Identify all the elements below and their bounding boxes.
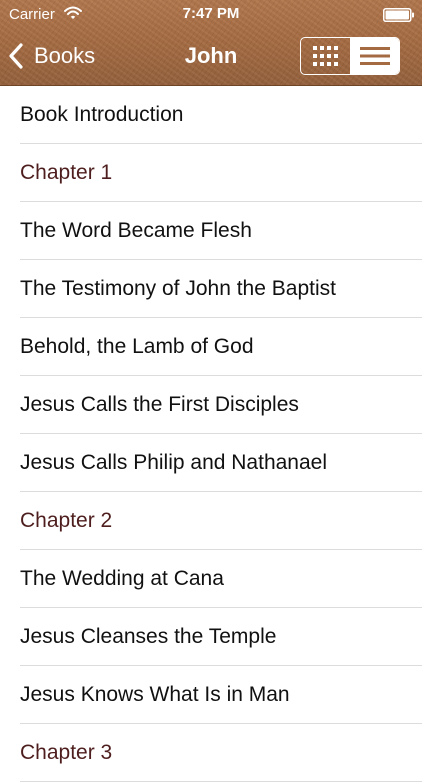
list-item[interactable]: The Word Became Flesh: [0, 202, 422, 260]
list-item-book-introduction[interactable]: Book Introduction: [0, 86, 422, 144]
list-item[interactable]: Jesus Calls the First Disciples: [0, 376, 422, 434]
navigation-bar: Books John: [0, 30, 422, 86]
list-item-label: The Word Became Flesh: [20, 219, 252, 242]
list-item[interactable]: Behold, the Lamb of God: [0, 318, 422, 376]
chapter-header-1[interactable]: Chapter 1: [0, 144, 422, 202]
list-item-label: Book Introduction: [20, 103, 184, 126]
section-list: Book Introduction Chapter 1 The Word Bec…: [0, 86, 422, 782]
grid-icon: [313, 46, 339, 66]
list-icon: [359, 47, 390, 65]
list-item[interactable]: Jesus Cleanses the Temple: [0, 608, 422, 666]
list-item[interactable]: The Testimony of John the Baptist: [0, 260, 422, 318]
list-view-button[interactable]: [350, 38, 399, 74]
chapter-header-3[interactable]: Chapter 3: [0, 724, 422, 782]
back-button[interactable]: Books: [8, 40, 95, 72]
grid-view-button[interactable]: [301, 38, 351, 74]
list-item[interactable]: Jesus Calls Philip and Nathanael: [0, 434, 422, 492]
chapter-label: Chapter 3: [20, 741, 113, 764]
list-item[interactable]: Jesus Knows What Is in Man: [0, 666, 422, 724]
chapter-header-2[interactable]: Chapter 2: [0, 492, 422, 550]
status-time: 7:47 PM: [182, 5, 240, 22]
app-header: Carrier 7:47 PM Books John: [0, 0, 422, 86]
list-item-label: Jesus Calls Philip and Nathanael: [20, 451, 328, 474]
chapter-label: Chapter 2: [20, 509, 113, 532]
list-item-label: The Testimony of John the Baptist: [20, 277, 336, 300]
list-item-label: Jesus Cleanses the Temple: [20, 625, 277, 648]
list-item-label: Behold, the Lamb of God: [20, 335, 254, 358]
back-button-label: Books: [34, 43, 96, 68]
chevron-left-icon: [9, 43, 23, 69]
list-item-label: Jesus Calls the First Disciples: [20, 393, 299, 416]
battery-icon: [383, 8, 414, 22]
list-item-label: Jesus Knows What Is in Man: [20, 683, 290, 706]
chapter-label: Chapter 1: [20, 161, 113, 184]
list-item[interactable]: The Wedding at Cana: [0, 550, 422, 608]
view-mode-toggle: [300, 37, 400, 75]
status-bar: Carrier 7:47 PM: [0, 0, 422, 30]
list-item-label: The Wedding at Cana: [20, 567, 224, 590]
